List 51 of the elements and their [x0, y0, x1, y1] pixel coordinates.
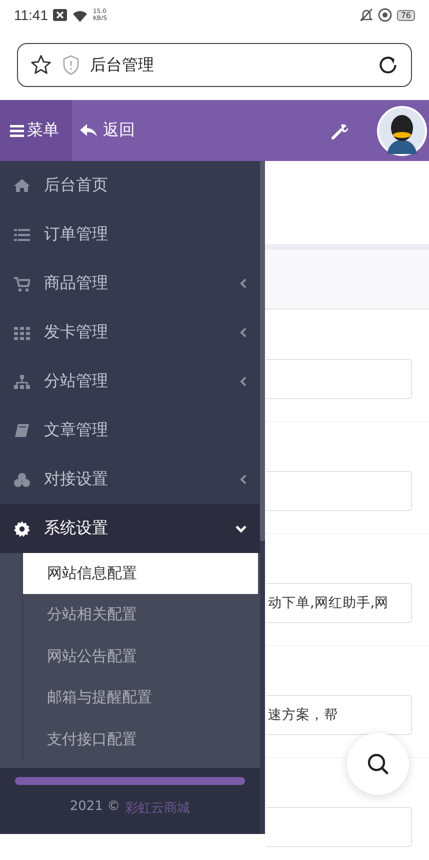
notification-icon: [53, 9, 67, 21]
submenu-item[interactable]: 支付接口配置: [22, 718, 258, 760]
field-value: 速方案，帮: [268, 706, 338, 724]
wrench-icon[interactable]: [331, 122, 349, 140]
chevron-left-icon: [240, 376, 247, 387]
menu-item[interactable]: 分站管理: [0, 357, 260, 406]
input-field[interactable]: [266, 471, 412, 511]
menu-item[interactable]: 对接设置: [0, 455, 260, 504]
menu-item[interactable]: 订单管理: [0, 210, 260, 259]
search-icon: [367, 753, 389, 775]
menu-item[interactable]: 系统设置: [0, 504, 260, 553]
back-button[interactable]: 返回: [72, 120, 143, 141]
address-bar[interactable]: 后台管理: [17, 43, 412, 87]
submenu-item[interactable]: 邮箱与提醒配置: [22, 677, 258, 718]
status-time: 11:41: [14, 7, 48, 23]
page-title: 后台管理: [90, 54, 155, 76]
field-value: 动下单,网红助手,网: [268, 594, 389, 612]
menu-icon: [10, 124, 24, 136]
star-icon[interactable]: [30, 54, 52, 76]
gear-icon: [14, 520, 30, 536]
submenu-item[interactable]: 网站信息配置: [22, 553, 258, 594]
list-icon: [14, 226, 30, 242]
bell-muted-icon: [360, 8, 373, 22]
menu-item[interactable]: 文章管理: [0, 406, 260, 455]
input-field[interactable]: 动下单,网红助手,网: [266, 583, 412, 623]
wifi-icon: [72, 8, 88, 22]
home-icon: [14, 178, 30, 194]
input-field[interactable]: [266, 359, 412, 399]
menu-item[interactable]: 发卡管理: [0, 308, 260, 357]
grid-icon: [14, 324, 30, 340]
reply-arrow-icon: [80, 124, 97, 138]
menu-item[interactable]: 后台首页: [0, 161, 260, 210]
book-icon: [14, 422, 30, 438]
submenu-item[interactable]: 分站相关配置: [22, 594, 258, 636]
chevron-left-icon: [240, 474, 247, 485]
cubes-icon: [14, 472, 30, 488]
alarm-icon: [378, 8, 392, 22]
submenu-item[interactable]: 网站公告配置: [22, 636, 258, 677]
avatar[interactable]: [377, 106, 427, 156]
chevron-down-icon: [235, 524, 247, 532]
chevron-left-icon: [240, 278, 247, 289]
sitemap-icon: [14, 374, 30, 390]
cart-icon: [14, 276, 30, 292]
input-field[interactable]: [266, 807, 412, 847]
shield-icon: [62, 55, 80, 75]
battery-level: 76: [396, 10, 415, 20]
menu-item[interactable]: 商品管理: [0, 259, 260, 308]
menu-button[interactable]: 菜单: [0, 100, 72, 161]
reload-icon[interactable]: [377, 54, 399, 76]
chevron-left-icon: [240, 327, 247, 338]
copyright-year: 2021 ©: [70, 799, 120, 816]
